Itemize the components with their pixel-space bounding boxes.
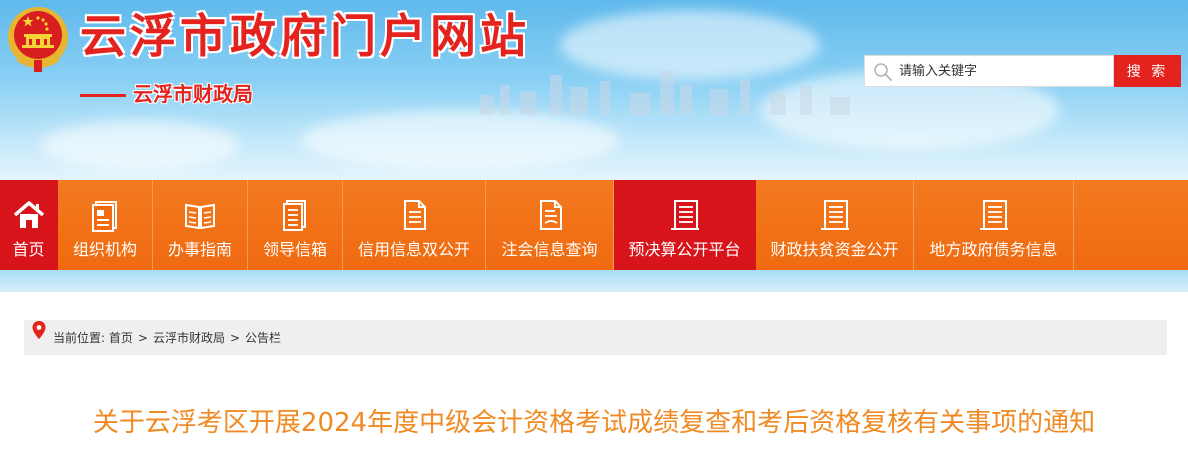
breadcrumb-separator: > (137, 331, 148, 345)
search-box (864, 55, 1114, 87)
search-input[interactable] (899, 60, 1099, 82)
search-icon (874, 63, 892, 81)
national-emblem-icon (8, 7, 68, 72)
document-search-icon (539, 200, 562, 230)
document-icon (404, 200, 426, 230)
mailbox-icon (283, 200, 306, 231)
nav-item-credit-info[interactable]: 信用信息双公开 (343, 180, 486, 270)
home-icon (13, 201, 44, 228)
city-skyline-decoration (480, 55, 900, 115)
cloud-decoration (300, 110, 620, 170)
nav-label: 领导信箱 (262, 240, 327, 259)
nav-item-budget-platform[interactable]: 预决算公开平台 (614, 180, 756, 270)
report-icon (820, 200, 849, 230)
search-button[interactable]: 搜 索 (1114, 55, 1181, 87)
article-title: 关于云浮考区开展2024年度中级会计资格考试成绩复查和考后资格复核有关事项的通知 (92, 408, 1096, 438)
nav-item-leader-mailbox[interactable]: 领导信箱 (248, 180, 343, 270)
site-header: 云浮市政府门户网站 云浮市财政局 搜 索 (0, 0, 1188, 180)
nav-item-home[interactable]: 首页 (0, 180, 58, 270)
breadcrumb-trail: 当前位置: 首页 > 云浮市财政局 > 公告栏 (53, 330, 281, 346)
nav-label: 注会信息查询 (501, 240, 598, 259)
nav-item-service-guide[interactable]: 办事指南 (153, 180, 248, 270)
breadcrumb-link-bulletin[interactable]: 公告栏 (245, 331, 281, 345)
nav-label: 信用信息双公开 (357, 240, 470, 259)
department-name: 云浮市财政局 (133, 82, 253, 106)
nav-label: 办事指南 (167, 240, 232, 259)
breadcrumb-prefix: 当前位置: (53, 331, 106, 345)
breadcrumb-separator: > (229, 331, 241, 345)
book-icon (185, 203, 215, 230)
breadcrumb: 当前位置: 首页 > 云浮市财政局 > 公告栏 (24, 320, 1167, 355)
nav-item-cpa-query[interactable]: 注会信息查询 (486, 180, 614, 270)
nav-label: 财政扶贫资金公开 (770, 240, 899, 259)
site-title: 云浮市政府门户网站 (80, 9, 530, 63)
nav-label: 预决算公开平台 (628, 240, 741, 259)
dept-name-dash (80, 94, 126, 97)
breadcrumb-link-home[interactable]: 首页 (109, 331, 133, 345)
cloud-decoration (40, 120, 240, 170)
location-pin-icon (32, 321, 46, 339)
nav-item-poverty-fund[interactable]: 财政扶贫资金公开 (756, 180, 914, 270)
nav-label: 首页 (12, 240, 45, 259)
main-nav: 首页 组织机构 办事指南 领导信箱 信用信息双公开 注会信息查询 预决算公开平台… (0, 180, 1188, 270)
report-icon (979, 200, 1008, 230)
nav-bottom-band (0, 270, 1188, 292)
nav-label: 地方政府债务信息 (929, 240, 1058, 259)
report-icon (670, 200, 699, 230)
nav-label: 组织机构 (72, 240, 137, 259)
nav-item-local-debt[interactable]: 地方政府债务信息 (914, 180, 1074, 270)
breadcrumb-link-department[interactable]: 云浮市财政局 (153, 331, 225, 345)
nav-item-organization[interactable]: 组织机构 (58, 180, 153, 270)
org-card-icon (92, 201, 117, 232)
